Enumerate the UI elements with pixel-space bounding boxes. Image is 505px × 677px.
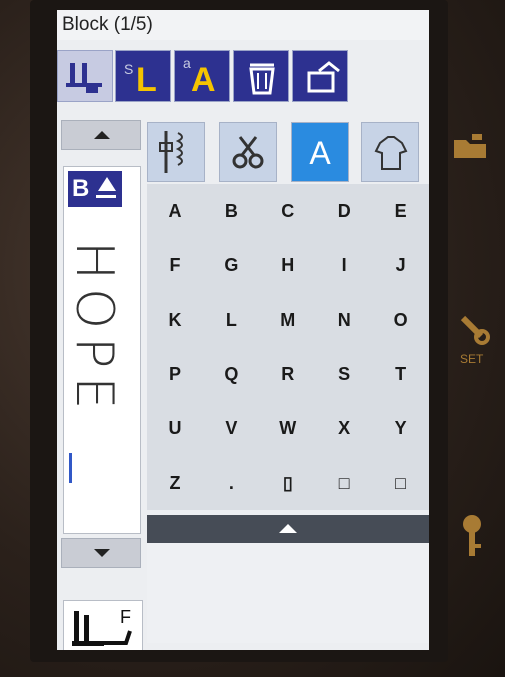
letter-key[interactable]: N (316, 293, 372, 347)
letter-key[interactable]: C (260, 184, 316, 238)
letter-key[interactable]: □ (316, 456, 372, 510)
page-title: Block (1/5) (57, 10, 429, 40)
letter-key[interactable]: ▯ (260, 456, 316, 510)
sidebar: B HOPE F (61, 120, 145, 650)
letter-key[interactable]: L (203, 293, 259, 347)
letter-key[interactable]: □ (373, 456, 429, 510)
text-preview-panel: B HOPE (63, 166, 141, 534)
font-badge: B (68, 171, 122, 207)
letter-key[interactable]: D (316, 184, 372, 238)
letter-key[interactable]: E (373, 184, 429, 238)
utility-stitches-tab[interactable] (147, 122, 205, 182)
underline-icon (96, 195, 116, 198)
small-letter-size-button[interactable]: S L (115, 50, 171, 102)
settings-icon[interactable]: SET (457, 312, 491, 366)
letter-key[interactable]: A (147, 184, 203, 238)
letter-key[interactable]: Z (147, 456, 203, 510)
letter-key[interactable]: W (260, 401, 316, 455)
letter-key[interactable]: Q (203, 347, 259, 401)
letter-key[interactable]: R (260, 347, 316, 401)
letter-key[interactable]: G (203, 238, 259, 292)
letter-key[interactable]: P (147, 347, 203, 401)
letter-key[interactable]: M (260, 293, 316, 347)
key-icon[interactable] (460, 512, 490, 565)
scroll-up-button[interactable] (61, 120, 141, 150)
scroll-up-icon (279, 524, 297, 533)
chevron-down-icon (94, 549, 110, 557)
letter-key[interactable]: O (373, 293, 429, 347)
scroll-down-button[interactable] (61, 538, 141, 568)
applique-tab[interactable] (361, 122, 419, 182)
presser-foot-f-icon (72, 611, 132, 646)
presser-foot-button[interactable] (57, 50, 113, 102)
top-toolbar: S L a A (57, 50, 429, 106)
sewing-machine-device: Block (1/5) S L a A B HOPE F A A B C D E… (0, 0, 505, 677)
preview-text: HOPE (64, 241, 124, 418)
chevron-up-icon (94, 131, 110, 139)
scissors-icon (232, 136, 264, 169)
letter-key[interactable]: Y (373, 401, 429, 455)
letter-key[interactable]: F (147, 238, 203, 292)
decorative-stitches-tab[interactable] (219, 122, 277, 182)
letters-tab[interactable]: A (291, 122, 349, 182)
lcd-screen: Block (1/5) S L a A B HOPE F A A B C D E… (57, 10, 429, 650)
file-icon[interactable] (450, 130, 490, 165)
trash-icon (249, 63, 275, 95)
letter-key[interactable]: B (203, 184, 259, 238)
letter-key[interactable]: T (373, 347, 429, 401)
text-direction-icon (98, 177, 116, 191)
letter-key[interactable]: X (316, 401, 372, 455)
text-cursor (69, 453, 72, 483)
return-button[interactable] (292, 50, 348, 102)
letter-key[interactable]: H (260, 238, 316, 292)
return-icon (307, 61, 340, 93)
letter-key[interactable]: . (203, 456, 259, 510)
grid-scrollbar[interactable] (147, 515, 429, 543)
empty-panel (147, 543, 429, 643)
delete-button[interactable] (233, 50, 289, 102)
category-tabs: A (147, 122, 429, 184)
presser-foot-icon (66, 63, 102, 93)
shirt-icon (374, 136, 408, 170)
presser-foot-indicator: F (63, 600, 143, 650)
letter-key[interactable]: V (203, 401, 259, 455)
letters-grid: A B C D E F G H I J K L M N O P Q R S T U V W X Y Z. ▯ □ □ (147, 184, 429, 510)
letter-key[interactable]: U (147, 401, 203, 455)
stitch-icon (159, 131, 183, 173)
letter-key[interactable]: I (316, 238, 372, 292)
letter-key[interactable]: K (147, 293, 203, 347)
letter-key[interactable]: S (316, 347, 372, 401)
letter-key[interactable]: J (373, 238, 429, 292)
font-size-button[interactable]: a A (174, 50, 230, 102)
